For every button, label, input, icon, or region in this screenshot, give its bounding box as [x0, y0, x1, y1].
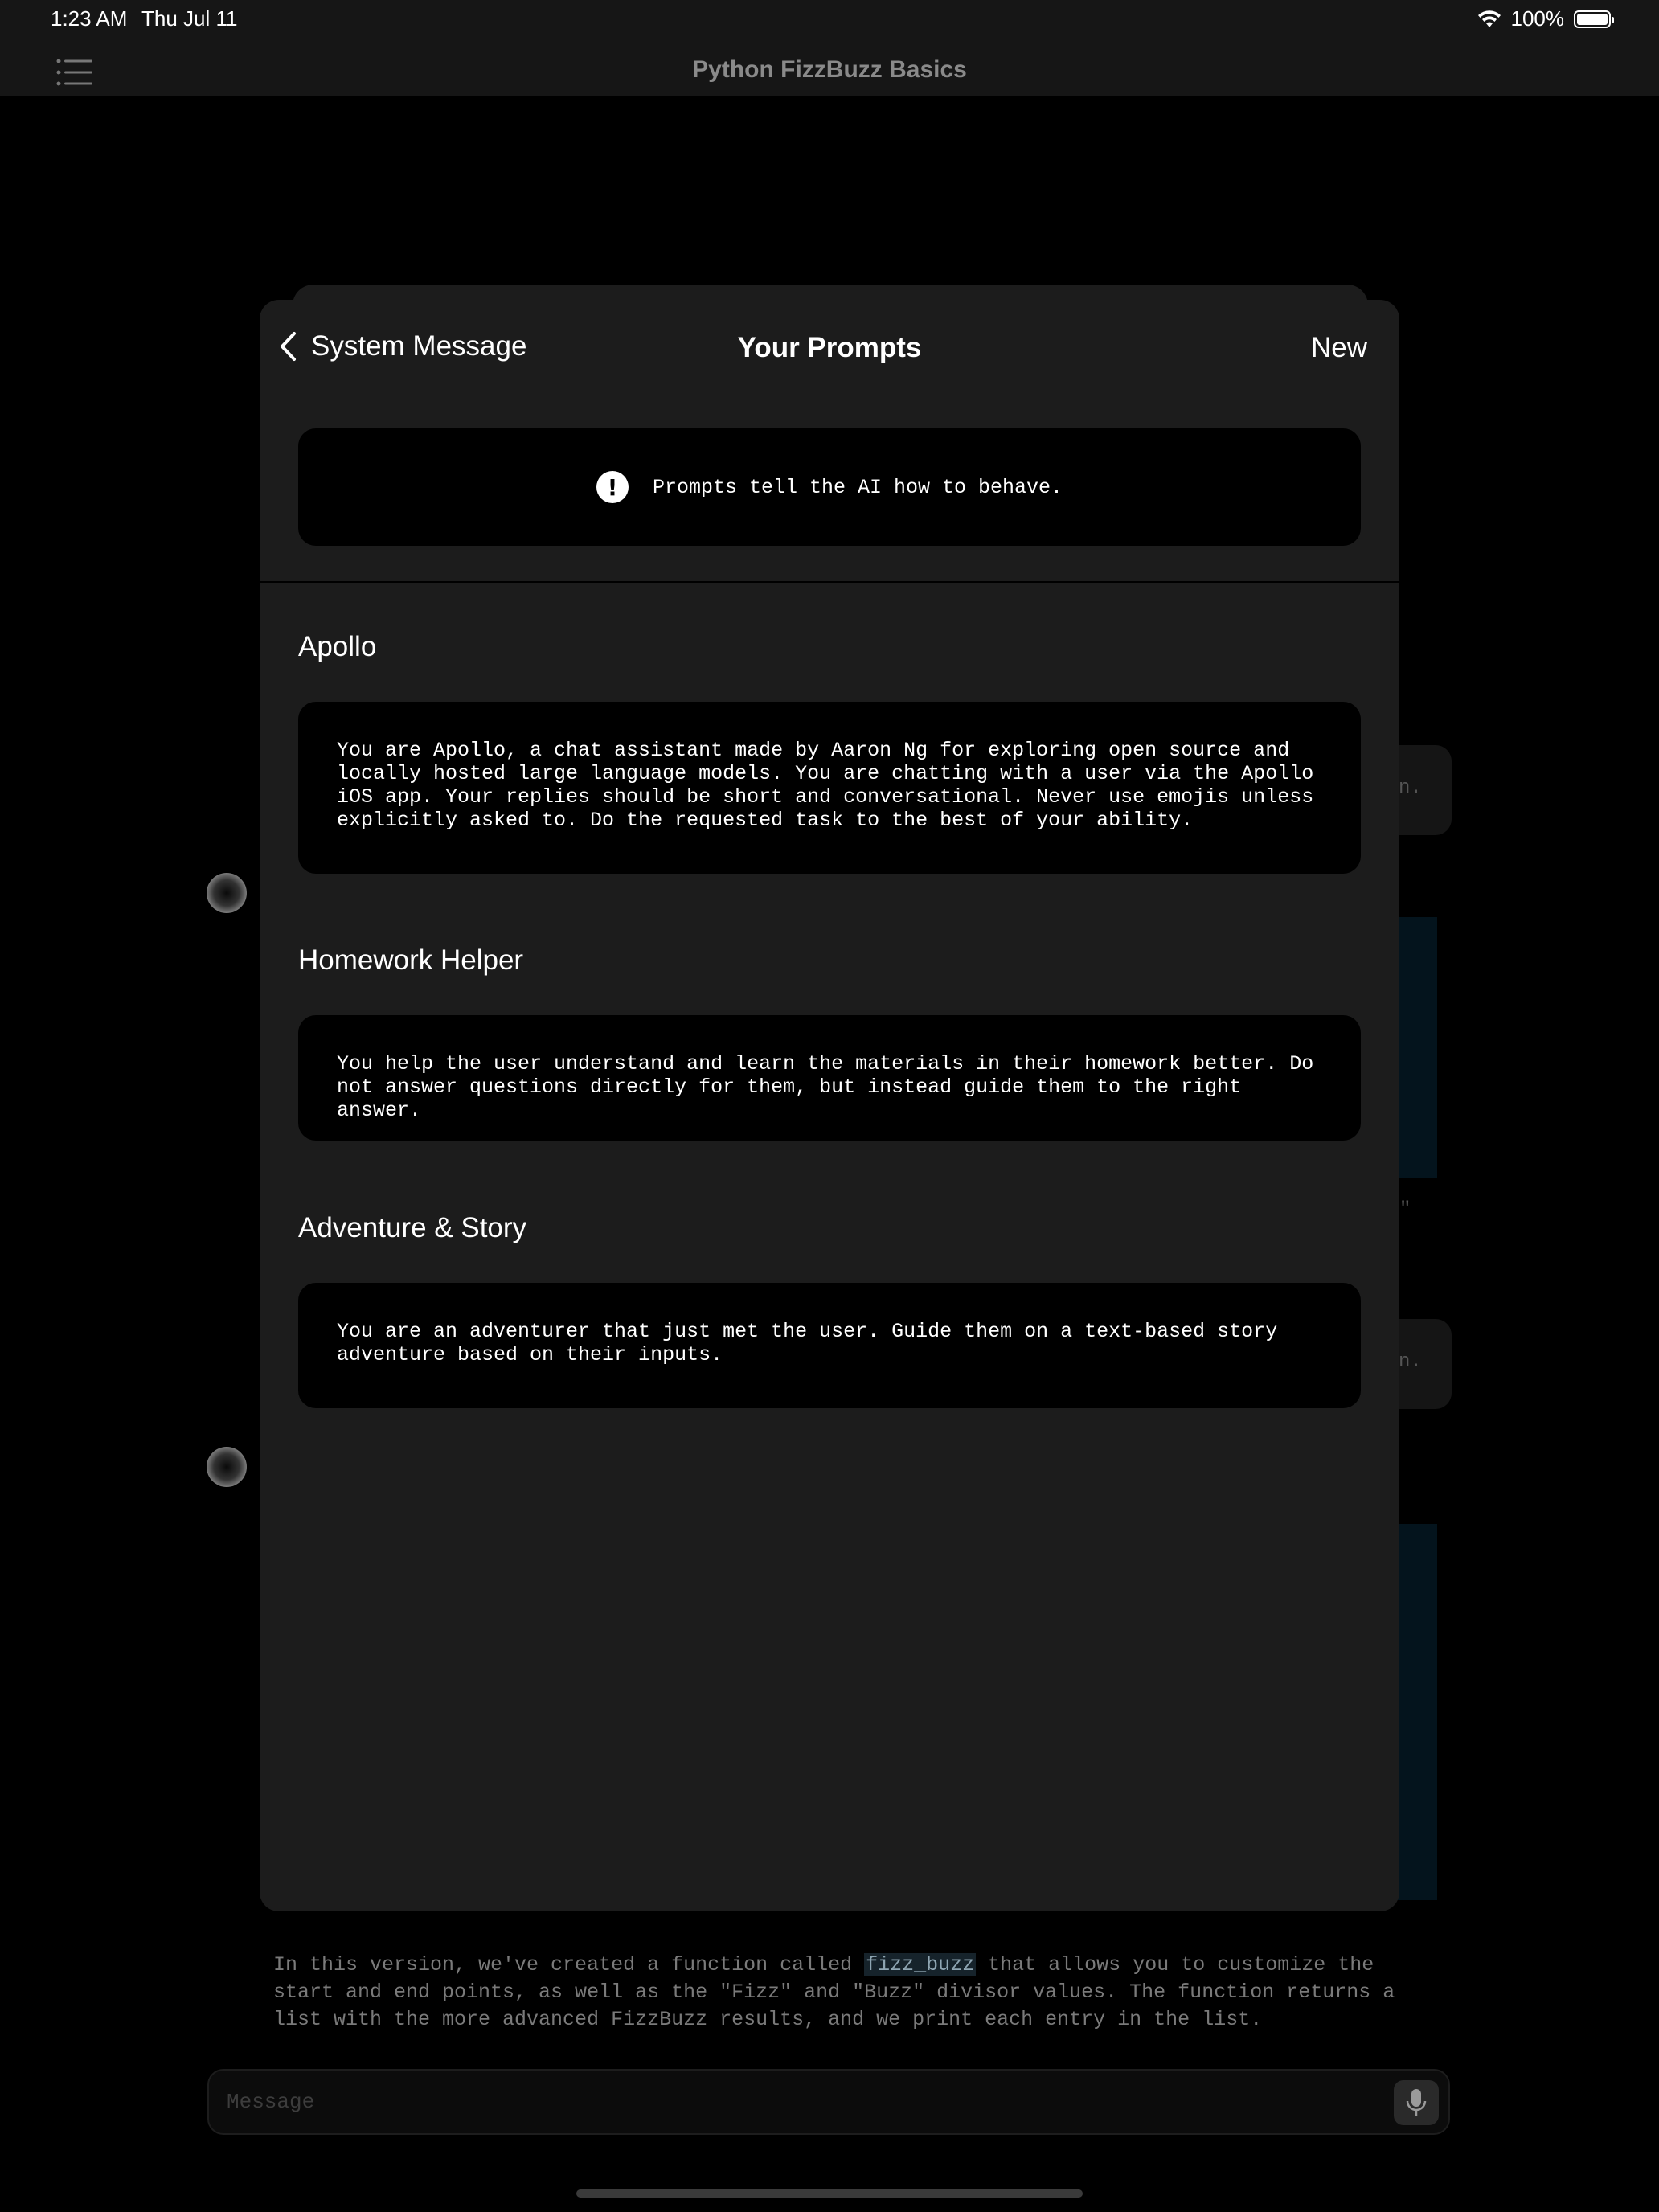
info-text: Prompts tell the AI how to behave.: [652, 475, 1063, 499]
prompts-sheet: System Message Your Prompts New ! Prompt…: [260, 300, 1399, 1911]
status-time: 1:23 AM: [51, 6, 128, 31]
prompt-card-adventure-story[interactable]: You are an adventurer that just met the …: [298, 1283, 1361, 1408]
message-placeholder: Message: [227, 2090, 315, 2114]
battery-icon: [1574, 10, 1614, 28]
wifi-icon: [1477, 10, 1501, 27]
battery-percent: 100%: [1510, 6, 1565, 31]
sheet-header: System Message Your Prompts New ! Prompt…: [260, 300, 1399, 583]
microphone-button[interactable]: [1394, 2080, 1439, 2125]
avatar: [207, 1447, 247, 1487]
sheet-title: Your Prompts: [737, 332, 922, 363]
new-prompt-button[interactable]: New: [1311, 332, 1367, 364]
info-banner: ! Prompts tell the AI how to behave.: [298, 428, 1361, 546]
prompt-title-apollo: Apollo: [298, 631, 377, 662]
status-date: Thu Jul 11: [141, 6, 238, 31]
inline-code: fizz_buzz: [864, 1953, 977, 1976]
prompt-title-adventure-story: Adventure & Story: [298, 1212, 527, 1243]
message-input[interactable]: Message: [207, 2069, 1450, 2135]
avatar: [207, 873, 247, 913]
assistant-message-text: In this version, we've created a functio…: [273, 1953, 1395, 2031]
exclamation-icon: !: [596, 471, 629, 503]
home-indicator[interactable]: [576, 2189, 1083, 2198]
prompt-title-homework-helper: Homework Helper: [298, 944, 524, 976]
nav-bar: Python FizzBuzz Basics: [0, 40, 1659, 96]
status-indicators: 100%: [1477, 6, 1614, 31]
conversation-title: Python FizzBuzz Basics: [692, 56, 967, 83]
chat-text-fragment: n.: [1399, 777, 1422, 799]
prompt-card-homework-helper[interactable]: You help the user understand and learn t…: [298, 1015, 1361, 1141]
chat-text-fragment: ": [1399, 1199, 1411, 1221]
prompt-card-apollo[interactable]: You are Apollo, a chat assistant made by…: [298, 702, 1361, 874]
status-bar: 1:23 AM Thu Jul 11 100%: [0, 0, 1659, 40]
chat-text-fragment: n.: [1399, 1351, 1422, 1373]
microphone-icon: [1406, 2089, 1427, 2116]
